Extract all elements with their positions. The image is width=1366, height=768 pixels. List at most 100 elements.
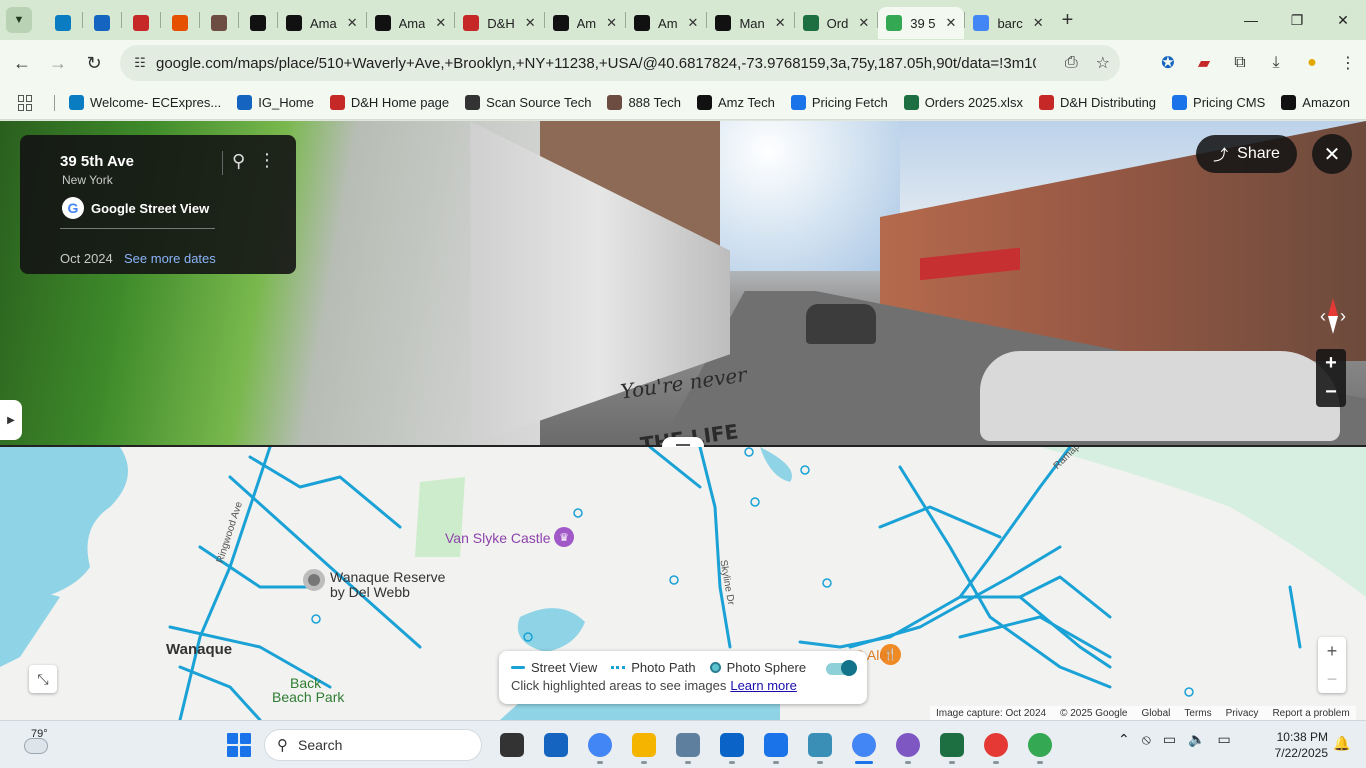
minimize-button[interactable]: —: [1228, 0, 1274, 40]
close-window-button[interactable]: ✕: [1320, 0, 1366, 40]
reserve-pin-icon[interactable]: [303, 569, 325, 591]
new-tab-button[interactable]: +: [1062, 9, 1074, 32]
taskbar-app-4[interactable]: [666, 725, 710, 765]
bookmark-item[interactable]: D&H Home page: [329, 95, 449, 110]
map-pin-icon[interactable]: ⚲: [232, 151, 245, 172]
notification-icon[interactable]: 🔔: [1333, 735, 1350, 752]
tab-search-button[interactable]: ▼: [6, 7, 32, 33]
close-tab-icon[interactable]: ✕: [525, 15, 536, 31]
taskbar-app-0[interactable]: [490, 725, 534, 765]
battery-icon[interactable]: ▭: [1218, 731, 1231, 748]
bookmark-item[interactable]: Welcome- ECExpres...: [68, 95, 221, 110]
taskbar-app-2[interactable]: [578, 725, 622, 765]
tab-2[interactable]: [122, 7, 160, 39]
bookmark-item[interactable]: Pricing Fetch: [790, 95, 888, 110]
bookmark-item[interactable]: 888 Tech: [607, 95, 681, 110]
close-tab-icon[interactable]: ✕: [347, 15, 358, 31]
start-button[interactable]: [227, 733, 251, 757]
more-options-icon[interactable]: ⋮: [258, 150, 276, 171]
taskbar-app-8[interactable]: [842, 725, 886, 765]
attribution-item[interactable]: Terms: [1184, 708, 1211, 719]
tab-1[interactable]: [83, 7, 121, 39]
coverage-map[interactable]: ♛ Van Slyke Castle Wanaque Reserve by De…: [0, 447, 1366, 720]
bookmark-star-icon[interactable]: ☆: [1096, 53, 1110, 73]
pdf-extension-icon[interactable]: ▰: [1186, 53, 1222, 73]
taskbar-app-3[interactable]: [622, 725, 666, 765]
bookmark-item[interactable]: Orders 2025.xlsx: [903, 95, 1023, 110]
bookmark-item[interactable]: Amz Tech: [696, 95, 775, 110]
close-tab-icon[interactable]: ✕: [858, 15, 869, 31]
tab-5[interactable]: [239, 7, 277, 39]
close-tab-icon[interactable]: ✕: [775, 15, 786, 31]
close-tab-icon[interactable]: ✕: [1033, 15, 1044, 31]
zoom-in-button[interactable]: +: [1325, 352, 1337, 375]
attribution-item[interactable]: Report a problem: [1272, 708, 1349, 719]
maximize-button[interactable]: ❐: [1274, 0, 1320, 40]
chevron-up-icon[interactable]: ⌃: [1118, 731, 1130, 748]
taskbar-app-10[interactable]: [930, 725, 974, 765]
compass-button[interactable]: ‹ ›: [1311, 296, 1355, 336]
attribution-item[interactable]: Privacy: [1226, 708, 1259, 719]
map-label-castle[interactable]: Van Slyke Castle: [445, 530, 551, 546]
tab-3[interactable]: [161, 7, 199, 39]
extension-icon[interactable]: ✪: [1150, 53, 1186, 73]
tab-4[interactable]: [200, 7, 238, 39]
tab-13[interactable]: 39 5 ✕: [878, 7, 965, 39]
taskbar-app-6[interactable]: [754, 725, 798, 765]
taskbar-app-12[interactable]: [1018, 725, 1062, 765]
close-tab-icon[interactable]: ✕: [946, 15, 957, 31]
reload-button[interactable]: ↻: [76, 45, 112, 81]
learn-more-link[interactable]: Learn more: [730, 678, 796, 693]
expand-side-panel-button[interactable]: ▶: [0, 400, 22, 440]
display-icon[interactable]: ▭: [1163, 731, 1176, 748]
bookmark-item[interactable]: Scan Source Tech: [465, 95, 591, 110]
download-icon[interactable]: ⤓: [1258, 54, 1294, 72]
tab-10[interactable]: Am ✕: [626, 7, 706, 39]
street-view-panorama[interactable]: You're never THE LIFE 39 5th Ave New Yor…: [0, 121, 1366, 445]
taskbar-app-11[interactable]: [974, 725, 1018, 765]
castle-poi-icon[interactable]: ♛: [554, 527, 574, 547]
menu-kebab-icon[interactable]: ⋮: [1330, 53, 1366, 73]
site-info-icon[interactable]: ☷: [124, 55, 156, 71]
bookmark-item[interactable]: IG_Home: [237, 95, 314, 110]
taskbar-app-7[interactable]: [798, 725, 842, 765]
address-bar[interactable]: ☷ google.com/maps/place/510+Waverly+Ave,…: [120, 45, 1120, 81]
extensions-puzzle-icon[interactable]: ⧉: [1222, 54, 1258, 72]
taskbar-search[interactable]: ⚲ Search: [264, 729, 482, 761]
url-text[interactable]: google.com/maps/place/510+Waverly+Ave,+B…: [156, 55, 1036, 72]
share-button[interactable]: ⤴ Share: [1196, 135, 1297, 173]
taskbar-app-5[interactable]: [710, 725, 754, 765]
tab-9[interactable]: Am ✕: [545, 7, 625, 39]
map-zoom-out-button[interactable]: −: [1327, 669, 1338, 690]
collapse-map-button[interactable]: ⤡: [29, 665, 57, 693]
close-tab-icon[interactable]: ✕: [435, 15, 446, 31]
volume-icon[interactable]: 🔈: [1188, 731, 1205, 748]
close-tab-icon[interactable]: ✕: [688, 15, 699, 31]
close-street-view-button[interactable]: ✕: [1312, 134, 1352, 174]
tab-8[interactable]: D&H ✕: [455, 7, 543, 39]
profile-avatar[interactable]: ●: [1294, 54, 1330, 72]
tab-0[interactable]: [44, 7, 82, 39]
forward-button[interactable]: →: [40, 45, 76, 81]
attribution-item[interactable]: Global: [1142, 708, 1171, 719]
see-more-dates-link[interactable]: See more dates: [124, 251, 216, 266]
bookmark-item[interactable]: Pricing CMS: [1172, 95, 1265, 110]
zoom-out-button[interactable]: −: [1325, 381, 1337, 404]
system-clock[interactable]: 10:38 PM 7/22/2025: [1258, 729, 1328, 761]
map-zoom-in-button[interactable]: +: [1327, 641, 1338, 662]
apps-grid-icon[interactable]: [18, 94, 33, 111]
weather-widget[interactable]: 79°: [18, 728, 58, 762]
tab-14[interactable]: barc ✕: [965, 7, 1051, 39]
bookmark-item[interactable]: Amazon: [1281, 95, 1350, 110]
back-button[interactable]: ←: [4, 45, 40, 81]
bookmark-item[interactable]: D&H Distributing: [1038, 95, 1156, 110]
install-app-icon[interactable]: ⎙: [1065, 54, 1078, 72]
network-icon[interactable]: ⦸: [1142, 731, 1151, 748]
close-tab-icon[interactable]: ✕: [606, 15, 617, 31]
tab-12[interactable]: Ord ✕: [795, 7, 878, 39]
tab-11[interactable]: Man ✕: [707, 7, 793, 39]
coverage-toggle[interactable]: [816, 660, 858, 676]
tab-7[interactable]: Ama ✕: [367, 7, 455, 39]
tab-6[interactable]: Ama ✕: [278, 7, 366, 39]
taskbar-app-9[interactable]: [886, 725, 930, 765]
